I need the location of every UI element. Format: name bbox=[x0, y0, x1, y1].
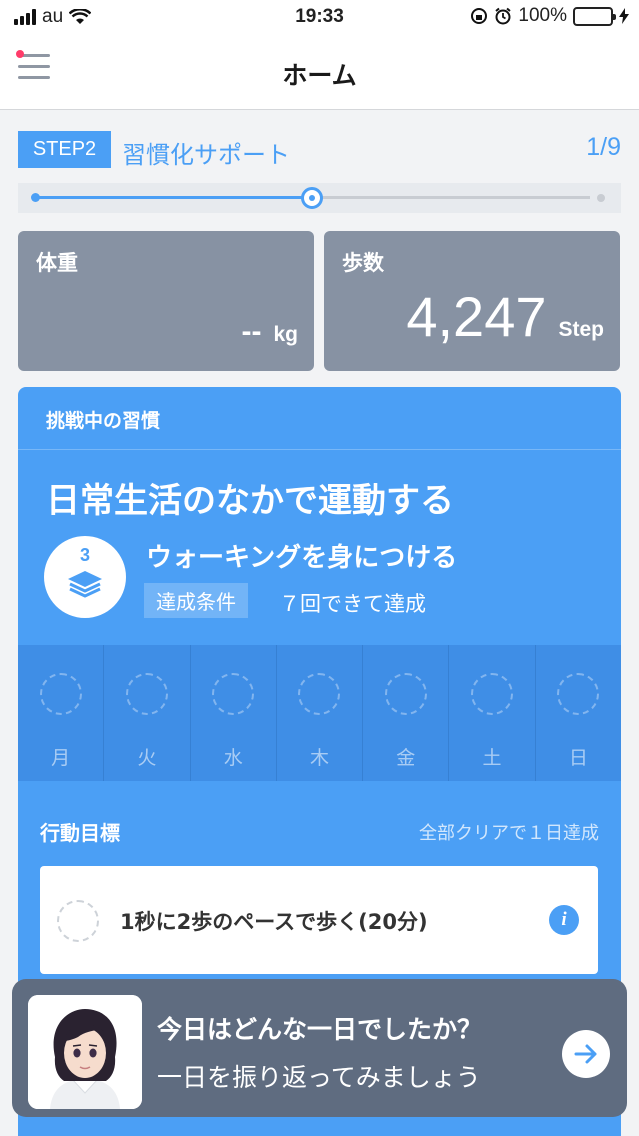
day-fri[interactable]: 金 bbox=[363, 645, 450, 781]
coach-avatar-illustration bbox=[28, 995, 142, 1109]
day-mon[interactable]: 月 bbox=[18, 645, 105, 781]
day-label: 月 bbox=[51, 747, 71, 769]
step-header: STEP2 習慣化サポート 1/9 bbox=[18, 131, 621, 169]
steps-label: 歩数 bbox=[342, 251, 384, 275]
progress-current-marker bbox=[301, 187, 323, 209]
day-label: 金 bbox=[396, 747, 416, 769]
progress-start-dot bbox=[31, 193, 40, 202]
banner-title: 今日はどんな一日でしたか？ bbox=[157, 1015, 483, 1044]
avatar bbox=[28, 995, 142, 1109]
day-thu[interactable]: 木 bbox=[277, 645, 364, 781]
condition-text: ７回できて達成 bbox=[279, 592, 426, 616]
battery-icon bbox=[573, 6, 616, 26]
goal-checkbox[interactable] bbox=[57, 900, 99, 942]
habit-header-label: 挑戦中の習慣 bbox=[46, 410, 161, 432]
steps-unit: Step bbox=[558, 318, 604, 341]
day-label: 土 bbox=[482, 747, 502, 769]
status-right: 100% bbox=[470, 5, 629, 27]
day-sun[interactable]: 日 bbox=[536, 645, 621, 781]
goals-header: 行動目標 bbox=[40, 821, 120, 845]
week-tracker: 月 火 水 木 金 土 日 bbox=[18, 645, 621, 781]
habit-title: 日常生活のなかで運動する bbox=[46, 481, 454, 521]
day-check-ring bbox=[39, 673, 82, 715]
day-check-ring bbox=[557, 673, 600, 715]
day-wed[interactable]: 水 bbox=[191, 645, 277, 781]
banner-subtitle: 一日を振り返ってみましょう bbox=[157, 1063, 481, 1092]
progress-end-dot bbox=[597, 194, 605, 202]
day-label: 木 bbox=[309, 747, 329, 769]
weight-value: -- bbox=[241, 315, 262, 348]
habit-subtitle: ウォーキングを身につける bbox=[146, 543, 458, 573]
reflection-banner[interactable]: 今日はどんな一日でしたか？ 一日を振り返ってみましょう bbox=[12, 979, 627, 1117]
nav-bar: ホーム bbox=[0, 34, 639, 110]
steps-card[interactable]: 歩数 4,247 Step bbox=[324, 231, 620, 371]
battery-percent: 100% bbox=[518, 5, 567, 26]
goal-text: 1秒に2歩のペースで歩く(20分) bbox=[120, 910, 428, 934]
day-label: 火 bbox=[137, 747, 157, 769]
rotation-lock-icon bbox=[471, 8, 488, 24]
weight-label: 体重 bbox=[36, 251, 78, 275]
arrow-right-icon[interactable] bbox=[562, 1030, 610, 1078]
day-check-ring bbox=[384, 673, 427, 715]
steps-value: 4,247 bbox=[406, 285, 547, 348]
goal-item[interactable]: 1秒に2歩のペースで歩く(20分) i bbox=[40, 866, 598, 974]
weight-card[interactable]: 体重 -- kg bbox=[18, 231, 314, 371]
stack-layers-icon bbox=[68, 571, 102, 598]
day-label: 日 bbox=[568, 747, 588, 769]
habit-level-number: 3 bbox=[79, 545, 90, 565]
weight-unit: kg bbox=[273, 323, 298, 346]
day-label: 水 bbox=[223, 747, 243, 769]
day-check-ring bbox=[298, 673, 341, 715]
day-check-ring bbox=[212, 673, 255, 715]
alarm-icon bbox=[495, 7, 512, 25]
status-bar: au 19:33 100% bbox=[0, 0, 639, 34]
step-progress-fill bbox=[34, 196, 312, 199]
habit-header: 挑戦中の習慣 bbox=[18, 387, 621, 450]
info-icon[interactable]: i bbox=[549, 905, 579, 935]
step-count: 1/9 bbox=[586, 133, 621, 161]
day-sat[interactable]: 土 bbox=[449, 645, 536, 781]
habit-level-badge: 3 bbox=[44, 536, 126, 618]
condition-badge: 達成条件 bbox=[144, 583, 248, 618]
day-check-ring bbox=[125, 673, 168, 715]
charging-bolt-icon bbox=[619, 8, 629, 24]
step-title: 習慣化サポート bbox=[122, 141, 290, 169]
day-check-ring bbox=[471, 673, 514, 715]
page-title: ホーム bbox=[282, 61, 357, 90]
step-badge: STEP2 bbox=[18, 131, 111, 168]
goals-note: 全部クリアで１日達成 bbox=[419, 823, 599, 844]
day-tue[interactable]: 火 bbox=[104, 645, 191, 781]
